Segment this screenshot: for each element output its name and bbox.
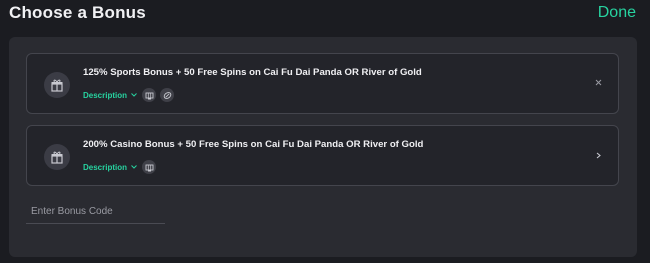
done-button[interactable]: Done: [598, 4, 636, 22]
bonus-card-sports[interactable]: 125% Sports Bonus + 50 Free Spins on Cai…: [26, 53, 619, 114]
bonus-title: 125% Sports Bonus + 50 Free Spins on Cai…: [83, 67, 422, 78]
bonus-meta: Description: [83, 159, 160, 175]
gift-icon: [44, 72, 70, 98]
description-toggle[interactable]: Description: [83, 163, 127, 172]
bonus-title: 200% Casino Bonus + 50 Free Spins on Cai…: [83, 139, 424, 150]
chevron-down-icon[interactable]: [131, 165, 137, 169]
sports-ball-icon: [160, 88, 175, 102]
chevron-right-icon[interactable]: [594, 150, 602, 160]
bonus-card-casino[interactable]: 200% Casino Bonus + 50 Free Spins on Cai…: [26, 125, 619, 186]
slot-machine-icon: [142, 88, 157, 102]
slot-machine-icon: [142, 160, 157, 174]
header-bar: Choose a Bonus Done: [0, 0, 650, 32]
description-toggle[interactable]: Description: [83, 91, 127, 100]
bonus-meta: Description: [83, 87, 178, 103]
close-icon[interactable]: [593, 77, 603, 87]
bonus-code-input[interactable]: [26, 204, 165, 224]
chevron-down-icon[interactable]: [131, 93, 137, 97]
page-title: Choose a Bonus: [9, 3, 146, 22]
gift-icon: [44, 144, 70, 170]
bonus-panel: 125% Sports Bonus + 50 Free Spins on Cai…: [9, 37, 637, 257]
